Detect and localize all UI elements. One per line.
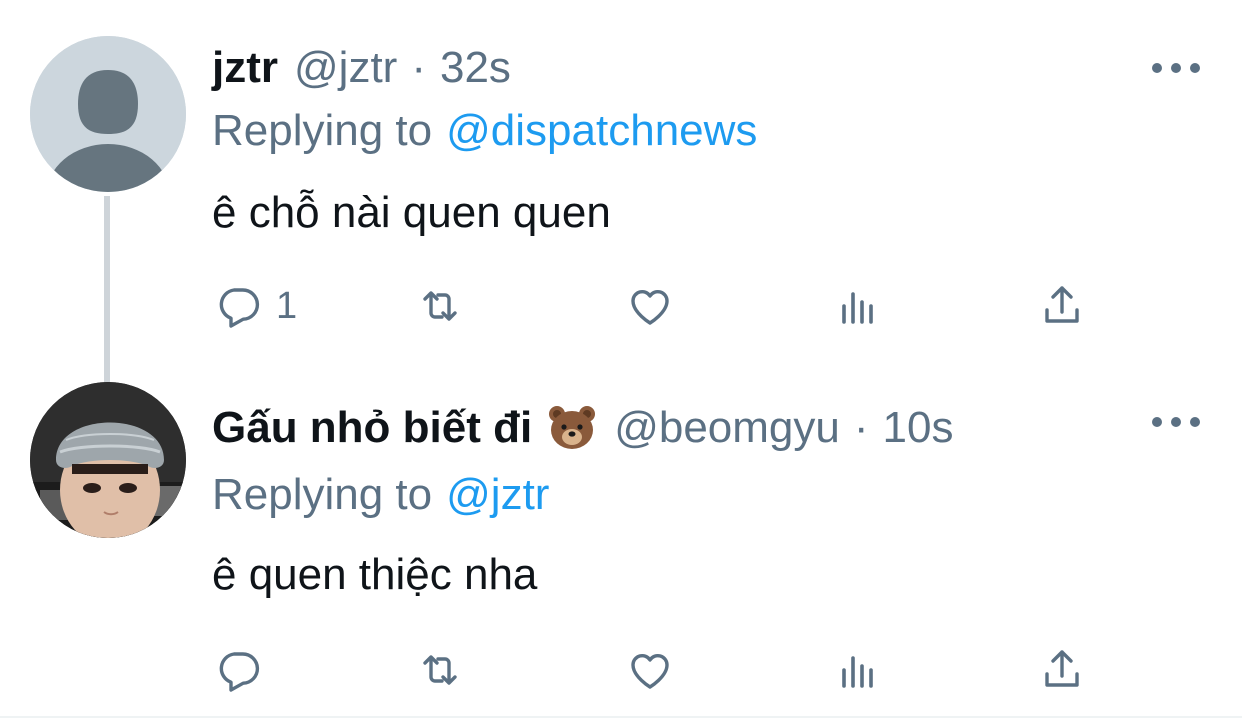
retweet-button[interactable] [416, 642, 464, 698]
separator-dot: · [853, 403, 869, 452]
avatar[interactable] [30, 36, 186, 192]
heart-icon [631, 289, 669, 325]
analytics-icon [842, 656, 873, 688]
mention-link[interactable]: @dispatchnews [446, 106, 757, 155]
replying-to: Replying to @dispatchnews [212, 106, 757, 156]
action-bar: 1 [212, 278, 1092, 334]
replying-label: Replying to [212, 470, 433, 519]
separator-dot: · [411, 43, 426, 92]
reply-button[interactable]: 1 [214, 278, 297, 334]
share-icon [1045, 650, 1079, 687]
replying-to: Replying to @jztr [212, 470, 549, 520]
reply-icon [219, 288, 260, 328]
divider [0, 716, 1242, 718]
more-options-icon[interactable] [1152, 58, 1200, 78]
views-button[interactable] [834, 642, 882, 698]
replying-label: Replying to [212, 106, 433, 155]
share-button[interactable] [1038, 278, 1086, 334]
retweet-icon [423, 291, 457, 321]
tweet-text: ê quen thiệc nha [212, 550, 538, 599]
avatar[interactable] [30, 382, 186, 538]
more-options-icon[interactable] [1152, 412, 1200, 432]
profile-photo [30, 382, 186, 538]
views-button[interactable] [834, 278, 882, 334]
user-handle[interactable]: @beomgyu [614, 403, 840, 453]
reply-icon [219, 652, 260, 692]
share-button[interactable] [1038, 642, 1086, 698]
analytics-icon [842, 292, 873, 324]
heart-icon [631, 653, 669, 689]
default-avatar-icon [30, 36, 186, 192]
tweet-text: ê chỗ nài quen quen [212, 188, 611, 237]
mention-link[interactable]: @jztr [446, 470, 549, 519]
timestamp[interactable]: 32s [440, 43, 511, 93]
timestamp[interactable]: 10s [883, 403, 954, 453]
reply-button[interactable] [214, 642, 276, 698]
action-bar [212, 642, 1092, 698]
thread-connector [104, 196, 110, 384]
retweet-icon [423, 655, 457, 685]
tweet[interactable]: Gấu nhỏ biết đi @beomgyu · 10s Replying … [0, 360, 1242, 720]
like-button[interactable] [626, 642, 674, 698]
tweet-header: jztr @jztr · 32s [212, 33, 511, 103]
display-name[interactable]: Gấu nhỏ biết đi [212, 403, 532, 453]
tweet[interactable]: jztr @jztr · 32s Replying to @dispatchnew… [0, 0, 1242, 360]
user-handle[interactable]: @jztr [294, 43, 397, 93]
like-button[interactable] [626, 278, 674, 334]
retweet-button[interactable] [416, 278, 464, 334]
tweet-header: Gấu nhỏ biết đi @beomgyu · 10s [212, 393, 953, 463]
share-icon [1045, 286, 1079, 323]
reply-count: 1 [276, 284, 298, 327]
display-name[interactable]: jztr [212, 43, 278, 93]
bear-face-emoji-icon [546, 402, 598, 454]
